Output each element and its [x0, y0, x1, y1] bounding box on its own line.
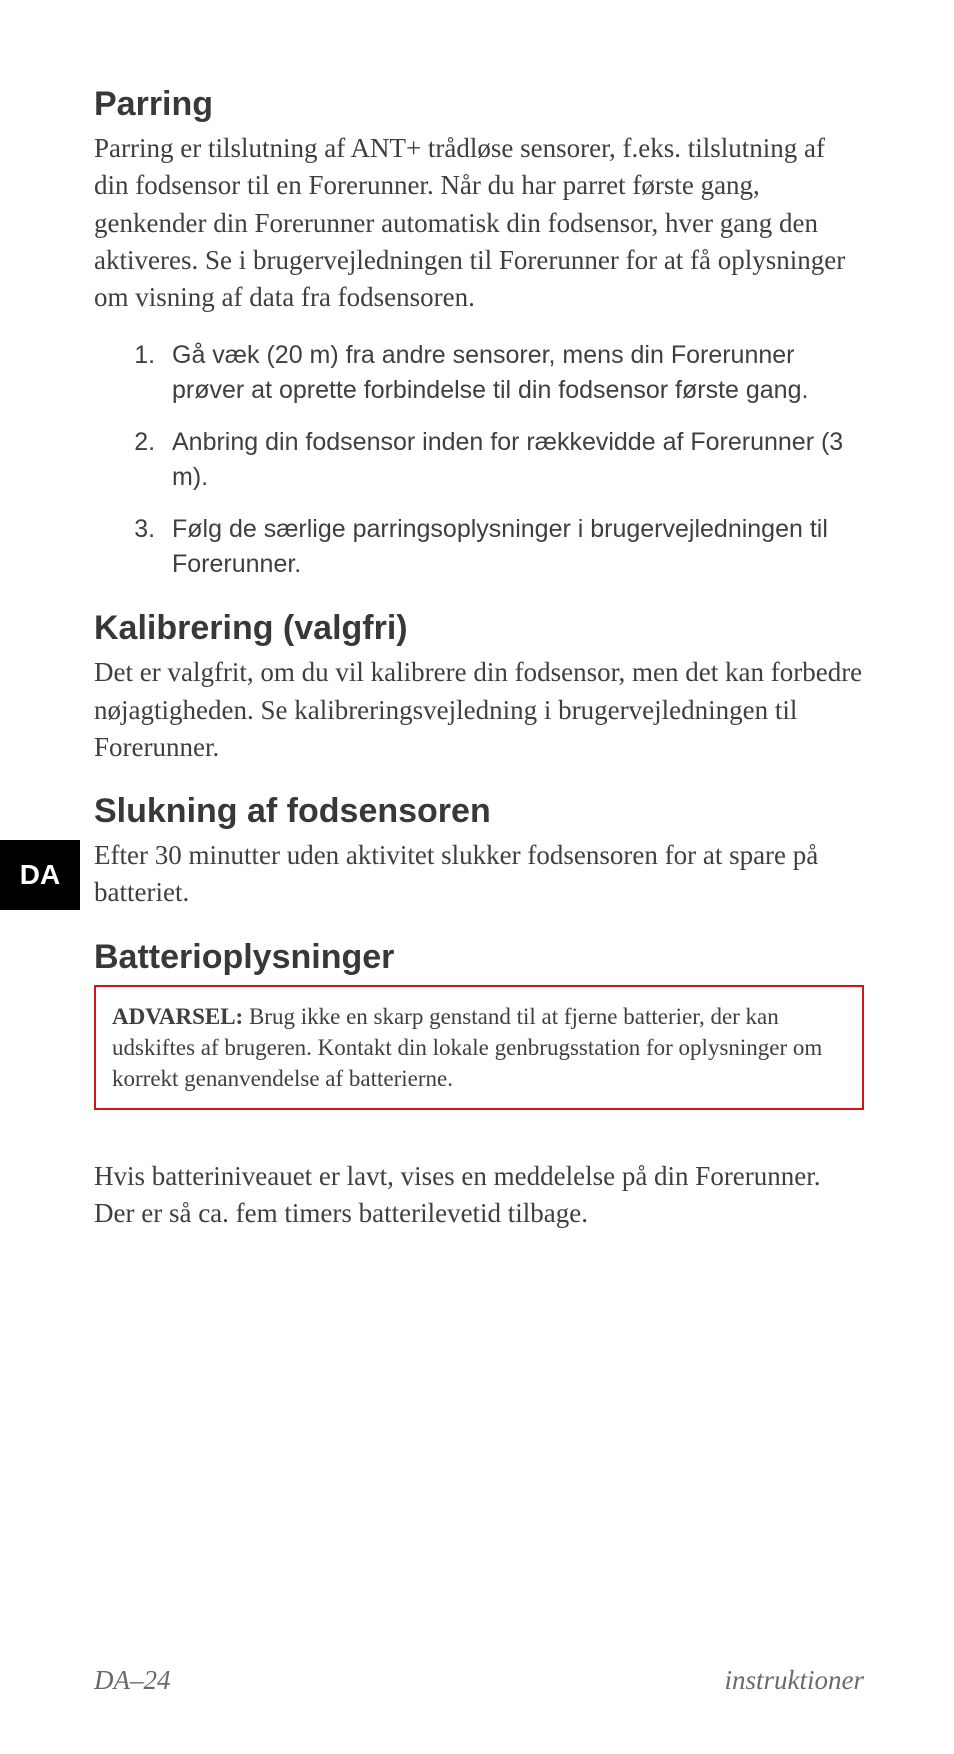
body-slukning: Efter 30 minutter uden aktivitet slukker…: [94, 837, 864, 912]
heading-kalibrering: Kalibrering (valgfri): [94, 609, 864, 648]
section-slukning: Slukning af fodsensoren Efter 30 minutte…: [94, 792, 864, 912]
body-kalibrering: Det er valgfrit, om du vil kalibrere din…: [94, 654, 864, 766]
steps-list: Gå væk (20 m) fra andre sensorer, mens d…: [94, 338, 864, 581]
section-parring: Parring Parring er tilslutning af ANT+ t…: [94, 85, 864, 581]
list-item: Anbring din fodsensor inden for rækkevid…: [162, 425, 864, 494]
footer-page-number: DA–24: [94, 1665, 171, 1696]
body-batteri: Hvis batteriniveauet er lavt, vises en m…: [94, 1158, 864, 1233]
heading-parring: Parring: [94, 85, 864, 124]
section-batteri: Batterioplysninger ADVARSEL: Brug ikke e…: [94, 938, 864, 1233]
warning-label: ADVARSEL:: [112, 1004, 243, 1029]
warning-content: ADVARSEL: Brug ikke en skarp genstand ti…: [112, 1004, 822, 1091]
body-parring: Parring er tilslutning af ANT+ trådløse …: [94, 130, 864, 316]
footer-doc-title: instruktioner: [725, 1665, 865, 1696]
warning-box: ADVARSEL: Brug ikke en skarp genstand ti…: [94, 985, 864, 1110]
list-item: Følg de særlige parringsoplysninger i br…: [162, 512, 864, 581]
language-tab: DA: [0, 840, 80, 910]
page-content: Parring Parring er tilslutning af ANT+ t…: [0, 0, 954, 1318]
section-kalibrering: Kalibrering (valgfri) Det er valgfrit, o…: [94, 609, 864, 766]
heading-slukning: Slukning af fodsensoren: [94, 792, 864, 831]
page-footer: DA–24 instruktioner: [94, 1665, 864, 1696]
heading-batteri: Batterioplysninger: [94, 938, 864, 977]
list-item: Gå væk (20 m) fra andre sensorer, mens d…: [162, 338, 864, 407]
